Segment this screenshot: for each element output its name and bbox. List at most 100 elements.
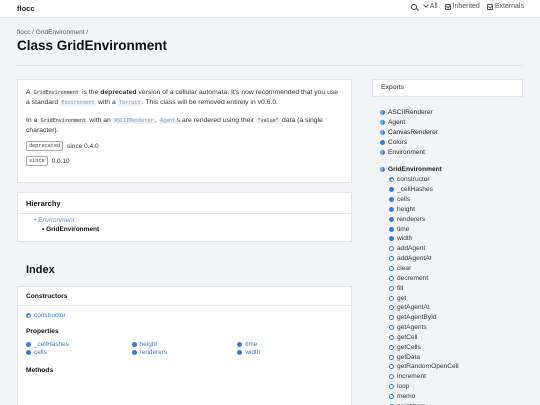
member-label: getAgentById (397, 314, 437, 322)
member-link[interactable]: addAgent (389, 244, 459, 254)
member-link[interactable]: memo (389, 392, 459, 402)
code-link[interactable]: Terrain (117, 100, 142, 106)
sidebar-item-canvasrenderer[interactable]: CanvasRenderer (380, 128, 442, 138)
code-span: GridEnvironment (32, 90, 81, 96)
method-icon (389, 256, 394, 262)
member-link[interactable]: clear (389, 264, 459, 274)
sidebar-item-label: GridEnvironment (388, 165, 442, 173)
since-tag-row: since 0.0.10 (26, 156, 343, 166)
member-label: get (397, 294, 407, 302)
member-link[interactable]: height (389, 205, 459, 215)
member-link[interactable]: decrement (389, 273, 459, 283)
property-icon (26, 350, 31, 355)
code-link[interactable]: ASCIIRenderer (112, 118, 155, 124)
member-link[interactable]: fill (389, 283, 459, 293)
sidebar-item-asciirenderer[interactable]: ASCIIRenderer (380, 108, 442, 118)
breadcrumb-item[interactable]: flocc (17, 29, 30, 36)
text-fragment: with an (89, 117, 111, 124)
member-label: renderers (397, 215, 426, 223)
member-link[interactable]: getAgentById (389, 313, 459, 323)
index-link-label: _cellHashes (34, 341, 69, 348)
member-list: constructor _cellHashes cells height ren… (389, 175, 459, 405)
hierarchy-parent-link[interactable]: • Environment (34, 217, 343, 226)
member-label: getData (397, 353, 421, 361)
index-link-property[interactable]: renderers (131, 349, 238, 356)
sidebar-item-agent[interactable]: Agent (380, 118, 442, 128)
emphasis-text: deprecated (100, 89, 137, 96)
index-column: time width (237, 341, 343, 356)
member-link[interactable]: get (389, 293, 459, 303)
sidebar-item-environment[interactable]: Environment (380, 148, 442, 158)
class-icon (380, 120, 385, 126)
member-link[interactable]: neighbors (389, 401, 459, 405)
tag-value: since 0.4.0 (67, 142, 99, 150)
member-link[interactable]: getData (389, 352, 459, 362)
site-title[interactable]: flocc (17, 4, 35, 13)
member-label: height (397, 205, 415, 213)
member-link[interactable]: getAgents (389, 323, 459, 333)
breadcrumb: flocc / GridEnvironment / (17, 29, 89, 36)
hierarchy-current-label: GridEnvironment (46, 225, 100, 233)
code-link[interactable]: Environment (60, 100, 97, 106)
constructor-icon (389, 177, 394, 183)
member-link[interactable]: _cellHashes (389, 185, 459, 195)
member-link[interactable]: width (389, 234, 459, 244)
member-link[interactable]: renderers (389, 214, 459, 224)
index-link-property[interactable]: width (237, 349, 343, 356)
sidebar-item-label: Environment (388, 149, 426, 156)
member-link[interactable]: getRandomOpenCell (389, 362, 459, 372)
member-label: increment (397, 373, 426, 381)
code-link[interactable]: Agent (158, 118, 177, 124)
member-label: fill (397, 284, 404, 292)
text-fragment: In a (26, 117, 38, 124)
property-icon (389, 197, 394, 203)
member-link[interactable]: getCells (389, 342, 459, 352)
methods-heading: Methods (26, 367, 54, 374)
exports-header[interactable]: Exports (372, 79, 523, 97)
method-icon (389, 295, 394, 301)
breadcrumb-item[interactable]: GridEnvironment (36, 29, 85, 36)
hierarchy-parent-label: Environment (38, 217, 75, 224)
class-icon (380, 150, 385, 155)
method-icon (389, 393, 394, 399)
class-icon (380, 130, 385, 136)
property-icon (131, 342, 137, 347)
hierarchy-current: • GridEnvironment (42, 225, 100, 233)
constructors-list: constructor (18, 306, 351, 319)
member-link[interactable]: loop (389, 382, 459, 392)
class-icon (380, 166, 385, 172)
code-span: "value" (256, 118, 281, 124)
sidebar-item-label: Colors (388, 139, 408, 147)
member-link[interactable]: addAgentAt (389, 254, 459, 264)
property-icon (237, 342, 243, 347)
constructors-heading: Constructors (26, 293, 68, 300)
class-description-card: A GridEnvironment is the deprecated vers… (17, 79, 352, 183)
index-column: constructor (26, 312, 134, 319)
property-icon (389, 216, 394, 222)
member-link[interactable]: time (389, 224, 459, 234)
index-link-property[interactable]: time (237, 341, 343, 348)
member-link[interactable]: getAgentAt (389, 303, 459, 313)
member-label: loop (397, 383, 410, 391)
tag-badge: deprecated (26, 141, 64, 151)
member-label: getAgents (397, 324, 427, 332)
index-link-constructor[interactable]: constructor (26, 312, 134, 319)
index-link-label: renderers (139, 349, 168, 356)
sidebar-item-colors[interactable]: Colors (380, 138, 442, 148)
index-link-property[interactable]: cells (26, 349, 132, 356)
index-link-property[interactable]: height (131, 341, 238, 348)
member-link[interactable]: constructor (389, 175, 459, 185)
member-link[interactable]: increment (389, 372, 459, 382)
class-icon (380, 110, 385, 116)
member-label: decrement (397, 274, 429, 282)
page-title: Class GridEnvironment (17, 38, 168, 53)
method-icon (389, 325, 394, 331)
method-icon (389, 384, 394, 390)
member-link[interactable]: getCell (389, 333, 459, 343)
index-link-property[interactable]: _cellHashes (26, 341, 132, 348)
sidebar-item-gridenvironment[interactable]: GridEnvironment (380, 164, 442, 174)
hierarchy-heading[interactable]: Hierarchy (18, 193, 351, 208)
member-link[interactable]: cells (389, 195, 459, 205)
member-label: getRandomOpenCell (397, 363, 459, 371)
